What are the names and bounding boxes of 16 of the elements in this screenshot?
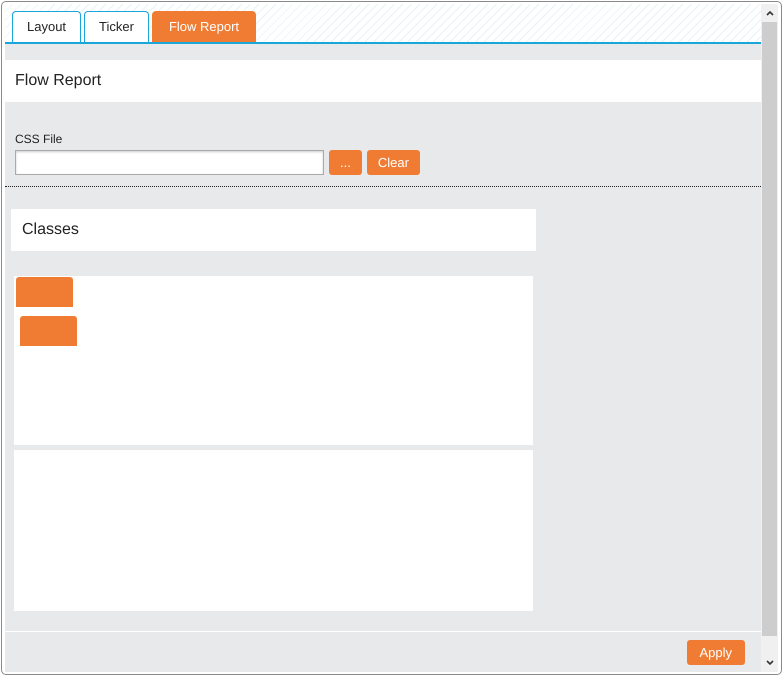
scroll-down-icon[interactable] <box>764 658 775 668</box>
section-title: Classes <box>22 221 79 240</box>
field-label: CSS File <box>15 132 64 146</box>
scroll-up-icon[interactable] <box>764 8 775 18</box>
browse-button[interactable]: ... <box>329 150 362 176</box>
input-field[interactable] <box>15 150 324 176</box>
apply-button[interactable]: Apply <box>686 640 746 665</box>
scrollbar[interactable] <box>761 4 778 672</box>
clear-button[interactable]: Clear <box>366 150 420 176</box>
class-swatch[interactable] <box>16 277 73 308</box>
tab[interactable]: Layout <box>12 10 82 42</box>
class-swatch[interactable] <box>20 316 77 346</box>
tab[interactable]: Ticker <box>84 10 149 42</box>
panel-title: Flow Report <box>15 72 102 90</box>
scroll-thumb[interactable] <box>762 22 778 636</box>
tab[interactable]: Flow Report <box>152 10 256 42</box>
